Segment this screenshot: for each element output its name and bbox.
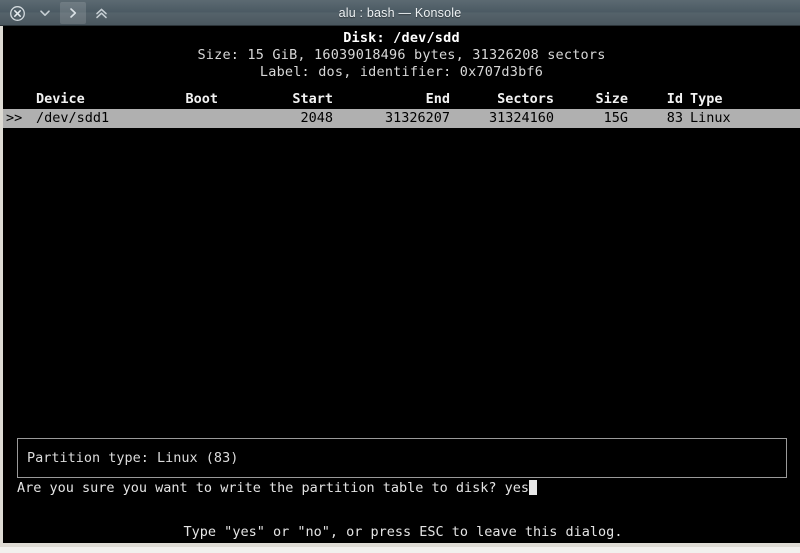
cell-id: 83: [666, 110, 683, 126]
column-header-id: Id: [666, 91, 683, 107]
column-header-sectors: Sectors: [497, 91, 554, 107]
cell-size: 15G: [603, 110, 628, 126]
column-header-end: End: [425, 91, 450, 107]
column-header-start: Start: [292, 91, 333, 107]
column-header-size: Size: [595, 91, 628, 107]
confirmation-prompt[interactable]: Are you sure you want to write the parti…: [17, 480, 538, 496]
titlebar: alu : bash — Konsole: [0, 0, 800, 26]
titlebar-button-group: [4, 0, 114, 26]
chevron-down-icon: [38, 6, 52, 20]
column-header-boot: Boot: [185, 91, 218, 107]
cell-end: 31326207: [384, 110, 450, 126]
prompt-question: Are you sure you want to write the parti…: [17, 480, 505, 496]
cell-type: Linux: [690, 110, 731, 126]
cell-sectors: 31324160: [488, 110, 554, 126]
dialog-hint: Type "yes" or "no", or press ESC to leav…: [183, 524, 623, 540]
next-button[interactable]: [60, 2, 86, 24]
column-header-type: Type: [690, 91, 723, 107]
chevron-right-icon: [66, 6, 80, 20]
partition-type-box: Partition type: Linux (83): [17, 438, 787, 478]
partition-table: Device Boot Start End Sectors Size Id Ty…: [3, 90, 800, 128]
close-icon: [9, 5, 25, 21]
menu-dropdown-button[interactable]: [32, 2, 58, 24]
column-header-device: Device: [36, 91, 85, 107]
disk-label-line: Label: dos, identifier: 0x707d3bf6: [259, 64, 544, 80]
window-title: alu : bash — Konsole: [338, 6, 462, 20]
partition-type-text: Partition type: Linux (83): [27, 450, 239, 466]
shade-button[interactable]: [88, 2, 114, 24]
text-cursor: [529, 480, 538, 495]
disk-summary: Disk: /dev/sdd Size: 15 GiB, 16039018496…: [3, 26, 800, 81]
chevron-double-up-icon: [94, 6, 109, 21]
prompt-answer-input[interactable]: yes: [505, 480, 529, 496]
table-header-row: Device Boot Start End Sectors Size Id Ty…: [3, 90, 800, 109]
row-selection-marker: >>: [6, 110, 23, 126]
table-row[interactable]: >> /dev/sdd1 2048 31326207 31324160 15G …: [3, 109, 800, 128]
cell-start: 2048: [300, 110, 333, 126]
cell-device: /dev/sdd1: [36, 110, 110, 126]
konsole-window: alu : bash — Konsole Disk: /dev/sdd Size…: [0, 0, 800, 553]
terminal-screen[interactable]: Disk: /dev/sdd Size: 15 GiB, 16039018496…: [0, 26, 800, 547]
close-button[interactable]: [4, 2, 30, 24]
disk-name-line: Disk: /dev/sdd: [343, 30, 460, 46]
disk-size-line: Size: 15 GiB, 16039018496 bytes, 3132620…: [197, 47, 606, 63]
